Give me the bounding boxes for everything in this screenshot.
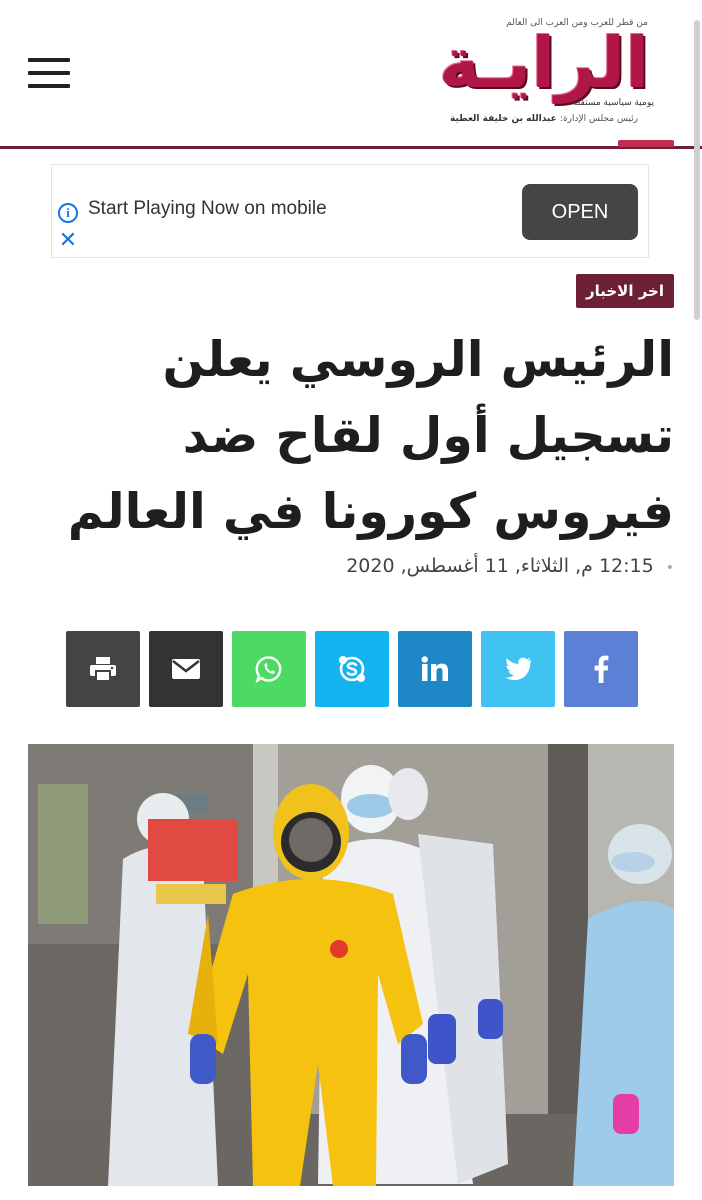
whatsapp-share-button[interactable] bbox=[232, 631, 306, 707]
article-photo-illustration bbox=[28, 744, 674, 1186]
twitter-share-button[interactable] bbox=[481, 631, 555, 707]
ad-banner[interactable]: i ✕ Start Playing Now on mobile OPEN bbox=[51, 164, 649, 258]
whatsapp-icon bbox=[255, 656, 282, 683]
site-header: من قطر للعرب ومن العرب الى العالم الرايـ… bbox=[0, 0, 702, 149]
bullet-icon: • bbox=[665, 560, 674, 576]
ad-text[interactable]: Start Playing Now on mobile bbox=[88, 198, 327, 220]
facebook-icon bbox=[594, 655, 609, 683]
email-icon bbox=[172, 659, 200, 679]
share-bar bbox=[66, 631, 638, 707]
close-icon[interactable]: ✕ bbox=[58, 230, 78, 252]
logo-wordmark: الرايـة bbox=[438, 22, 651, 104]
linkedin-share-button[interactable] bbox=[398, 631, 472, 707]
chairman-name: عبدالله بن خليفة العطية bbox=[450, 114, 557, 124]
menu-icon[interactable] bbox=[28, 58, 70, 88]
site-logo[interactable]: من قطر للعرب ومن العرب الى العالم الرايـ… bbox=[410, 18, 678, 130]
article-meta: • 12:15 م, الثلاثاء, 11 أغسطس, 2020 bbox=[346, 555, 674, 577]
skype-share-button[interactable] bbox=[315, 631, 389, 707]
print-icon bbox=[90, 657, 116, 682]
scrollbar[interactable] bbox=[694, 20, 700, 320]
logo-subtitle: يومية سياسية مستقلة bbox=[572, 98, 654, 108]
skype-icon bbox=[339, 656, 365, 682]
linkedin-icon bbox=[421, 656, 448, 681]
ad-open-button[interactable]: OPEN bbox=[522, 184, 638, 240]
header-accent bbox=[618, 140, 674, 147]
article-headline: الرئيس الروسي يعلن تسجيل أول لقاح ضد فير… bbox=[67, 331, 674, 540]
chairman-label: رئيس مجلس الإدارة: bbox=[559, 114, 638, 124]
ad-info-icon[interactable]: i bbox=[58, 203, 78, 223]
facebook-share-button[interactable] bbox=[564, 631, 638, 707]
chairman-line: رئيس مجلس الإدارة: عبدالله بن خليفة العط… bbox=[450, 114, 638, 124]
twitter-icon bbox=[505, 657, 531, 681]
email-share-button[interactable] bbox=[149, 631, 223, 707]
article-timestamp: 12:15 م, الثلاثاء, 11 أغسطس, 2020 bbox=[346, 555, 654, 577]
header-divider bbox=[0, 146, 702, 149]
category-badge[interactable]: اخر الاخبار bbox=[575, 274, 674, 308]
article-photo[interactable] bbox=[28, 744, 674, 1186]
print-button[interactable] bbox=[66, 631, 140, 707]
